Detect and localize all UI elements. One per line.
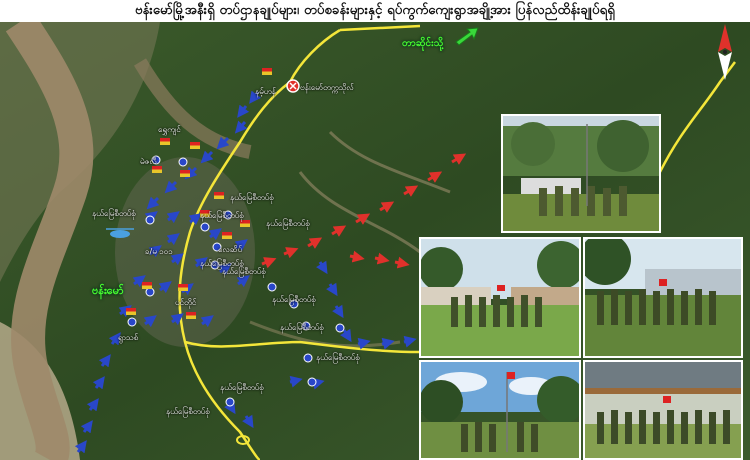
road-direction-label: တာဆိုင်းသို့ [402,38,444,49]
hq-label: ခ/မ ၁၀၁ [145,247,173,256]
station-label: နယ်မြေစီတပ်စုံ [272,295,316,304]
place-label: ရွှေကျင် [158,125,181,134]
place-label: ရွာသစ် [118,333,139,342]
station-label: နယ်မြေစီတပ်စုံ [222,267,266,276]
station-label: နယ်မြေစီတပ်စုံ [220,383,264,392]
troops-photo-5 [583,360,743,460]
station-label: နယ်မြေစီတပ်စုံ [230,193,274,202]
place-label: ပင်တိုင် [175,298,197,307]
troops-photo-2 [419,237,581,358]
station-label: နယ်မြေစီတပ်စုံ [166,407,210,416]
place-label: ဗန်းမော်တက္ကသိုလ် [300,83,354,92]
infographic: { "title": "ဗန်းမော်မြို့အနီးရှိ တပ်ဌာနခ… [0,0,750,460]
page-title: ဗန်းမော်မြို့အနီးရှိ တပ်ဌာနချုပ်များ၊ တပ… [0,0,750,22]
place-label: မဲဇလီ [140,157,157,166]
troops-photo-3 [583,237,743,358]
troops-photo-4 [419,360,581,460]
north-arrow-icon [714,24,736,84]
station-label: နယ်မြေစီတပ်စုံ [316,353,360,362]
town-label: ဗန်းမော် [92,284,124,297]
station-label: နယ်မြေစီတပ်စုံ [266,219,310,228]
station-label: နယ်မြေစီတပ်စုံ [280,323,324,332]
place-label: နမ့်ဟန် [255,87,276,96]
station-label: နယ်မြေစီတပ်စုံ [92,209,136,218]
university-marker-icon [286,79,300,93]
station-label: နယ်မြေစီတပ်စုံ [200,211,244,220]
airport-label: လေဆိပ် [218,245,243,254]
troops-photo-1 [501,114,661,233]
